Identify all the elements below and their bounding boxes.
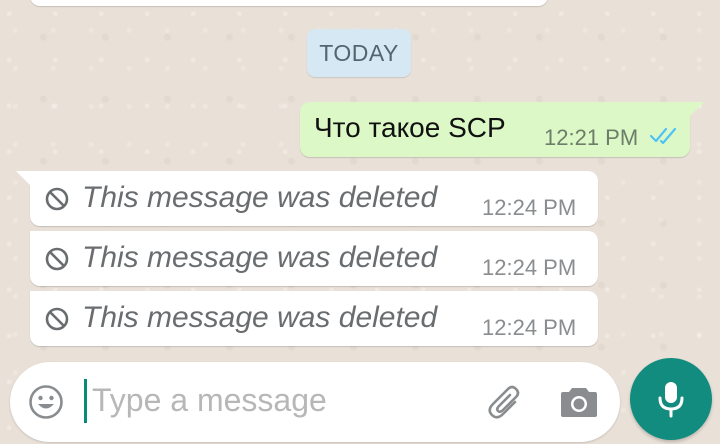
incoming-message-time: 12:24 PM [482,255,577,280]
date-separator-label: TODAY [319,39,399,66]
incoming-message[interactable]: This message was deleted 12:24 PM [30,291,598,346]
camera-icon[interactable] [560,384,598,418]
incoming-message[interactable]: This message was deleted 12:24 PM [16,171,598,226]
outgoing-message-time: 12:21 PM [544,125,639,150]
deleted-message-text: This message was deleted [82,181,438,214]
deleted-message-text: This message was deleted [82,241,438,274]
voice-record-button[interactable] [630,358,712,440]
text-caret [84,379,87,423]
incoming-message[interactable]: This message was deleted 12:24 PM [30,231,598,286]
outgoing-message-text: Что такое SCP [314,112,506,143]
previous-message-bubble[interactable] [30,0,548,6]
message-input[interactable]: Type a message [92,382,327,419]
message-composer: Type a message [10,362,620,442]
paperclip-icon[interactable] [486,382,526,422]
incoming-message-time: 12:24 PM [482,195,577,220]
date-separator: TODAY [307,29,411,77]
ban-icon [45,247,69,271]
microphone-icon [658,382,684,418]
incoming-message-time: 12:24 PM [482,315,577,340]
ban-icon [45,187,69,211]
outgoing-message[interactable]: Что такое SCP 12:21 PM [300,102,704,157]
emoji-icon[interactable] [28,384,64,420]
ban-icon [45,307,69,331]
double-check-read-icon [649,127,677,145]
deleted-message-text: This message was deleted [82,301,438,334]
